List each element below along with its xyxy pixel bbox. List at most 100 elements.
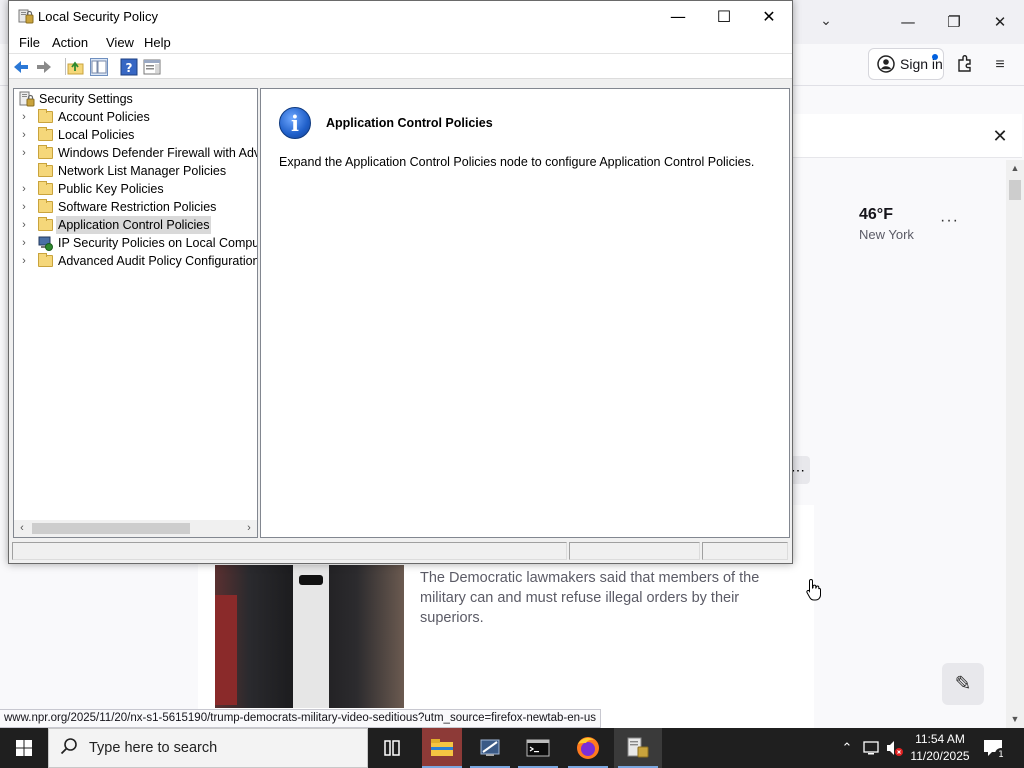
scrollbar-thumb[interactable]: [1009, 180, 1021, 200]
tree-label: Advanced Audit Policy Configuration: [58, 254, 258, 268]
forward-arrow-icon[interactable]: [35, 58, 53, 76]
tree-item-account-policies[interactable]: › Account Policies: [14, 108, 254, 126]
minimize-button[interactable]: —: [655, 1, 701, 32]
expand-chevron-icon[interactable]: ›: [19, 108, 29, 126]
help-icon[interactable]: ?: [120, 58, 138, 76]
weather-more-icon[interactable]: ···: [940, 212, 959, 230]
action-center-button[interactable]: 1: [980, 728, 1008, 768]
tree-item-application-control[interactable]: › Application Control Policies: [14, 216, 254, 234]
expand-chevron-icon[interactable]: ›: [19, 180, 29, 198]
folder-icon: [38, 181, 53, 195]
folder-icon: [38, 199, 53, 213]
tree-item-ip-security[interactable]: › IP Security Policies on Local Compute: [14, 234, 257, 252]
expand-chevron-icon[interactable]: ›: [19, 234, 29, 252]
article-excerpt[interactable]: The Democratic lawmakers said that membe…: [420, 568, 800, 628]
expand-chevron-icon[interactable]: ›: [19, 144, 29, 162]
taskbar-search-box[interactable]: Type here to search: [48, 728, 368, 768]
tree-item-advanced-audit[interactable]: › Advanced Audit Policy Configuration: [14, 252, 258, 270]
start-button[interactable]: [0, 728, 48, 768]
local-security-policy-taskbar-button[interactable]: [614, 728, 662, 768]
details-pane: i Application Control Policies Expand th…: [260, 88, 790, 538]
article-image[interactable]: [215, 565, 404, 708]
scroll-left-arrow-icon[interactable]: ‹: [16, 522, 28, 534]
expand-chevron-icon[interactable]: ›: [19, 252, 29, 270]
link-status-url: www.npr.org/2025/11/20/nx-s1-5615190/tru…: [0, 709, 602, 728]
menu-action[interactable]: Action: [52, 35, 88, 50]
tree-item-local-policies[interactable]: › Local Policies: [14, 126, 254, 144]
folder-lock-icon: [38, 127, 53, 141]
task-view-icon: [384, 740, 400, 756]
weather-city[interactable]: New York: [859, 227, 914, 242]
hand-cursor-icon: [806, 578, 821, 601]
security-policy-app-icon: [18, 9, 34, 24]
notification-count: 1: [998, 750, 1004, 760]
show-hide-action-pane-icon[interactable]: [143, 58, 161, 76]
window-status-bar: [9, 539, 792, 563]
task-view-button[interactable]: [368, 728, 416, 768]
tree-item-network-list-manager[interactable]: Network List Manager Policies: [14, 162, 254, 180]
scrollbar-thumb[interactable]: [32, 523, 190, 534]
tree-label: Application Control Policies: [56, 216, 212, 234]
show-hidden-icons-chevron-icon[interactable]: ⌃: [838, 728, 856, 768]
sign-in-button[interactable]: Sign in: [868, 48, 944, 80]
network-icon[interactable]: [860, 728, 882, 768]
tree-label: Windows Defender Firewall with Adva: [58, 146, 258, 160]
maximize-button[interactable]: ☐: [701, 1, 747, 32]
menu-help[interactable]: Help: [144, 35, 171, 50]
status-segment: [12, 542, 567, 560]
tree-horizontal-scrollbar[interactable]: ‹ ›: [14, 520, 257, 537]
tree-item-windows-defender-firewall[interactable]: › Windows Defender Firewall with Adva: [14, 144, 258, 162]
console-tree[interactable]: Security Settings › Account Policies › L…: [13, 88, 258, 538]
tree-label: Software Restriction Policies: [58, 200, 217, 214]
local-security-policy-window: Local Security Policy — ☐ ✕ File Action …: [8, 0, 793, 564]
up-one-level-icon[interactable]: [67, 58, 85, 76]
folder-icon: [38, 145, 53, 159]
close-button[interactable]: ✕: [746, 1, 792, 32]
app-menu-icon[interactable]: ≡: [989, 54, 1011, 76]
list-all-tabs-chevron-icon[interactable]: ⌄: [818, 12, 834, 28]
tree-item-public-key-policies[interactable]: › Public Key Policies: [14, 180, 254, 198]
scroll-right-arrow-icon[interactable]: ›: [243, 522, 255, 534]
scroll-up-arrow-icon[interactable]: ▲: [1009, 162, 1021, 174]
weather-temperature[interactable]: 46°F: [859, 206, 893, 224]
expand-chevron-icon[interactable]: ›: [19, 126, 29, 144]
window-title: Local Security Policy: [38, 9, 158, 24]
browser-close-button[interactable]: ✕: [985, 10, 1015, 34]
tree-item-security-settings[interactable]: Security Settings: [14, 90, 254, 108]
tree-item-software-restriction[interactable]: › Software Restriction Policies: [14, 198, 254, 216]
menu-view[interactable]: View: [106, 35, 134, 50]
menu-file[interactable]: File: [19, 35, 40, 50]
firefox-icon: [577, 737, 599, 759]
back-arrow-icon[interactable]: [12, 58, 30, 76]
network-app-button[interactable]: [466, 728, 514, 768]
expand-chevron-icon[interactable]: ›: [19, 198, 29, 216]
window-titlebar[interactable]: Local Security Policy — ☐ ✕: [9, 1, 792, 32]
network-tool-icon: [480, 739, 500, 756]
folder-icon: [38, 217, 53, 231]
system-clock[interactable]: 11:54 AM 11/20/2025: [905, 731, 975, 765]
browser-minimize-button[interactable]: —: [893, 10, 923, 34]
page-scrollbar[interactable]: ▲ ▼: [1006, 160, 1024, 728]
details-description: Expand the Application Control Policies …: [279, 155, 755, 169]
edit-pencil-icon[interactable]: ✎: [942, 663, 984, 705]
folder-icon: [38, 163, 53, 177]
expand-chevron-icon[interactable]: ›: [19, 216, 29, 234]
extensions-icon[interactable]: [954, 54, 976, 76]
firefox-taskbar-button[interactable]: [564, 728, 612, 768]
file-explorer-button[interactable]: [418, 728, 466, 768]
volume-muted-icon[interactable]: [884, 728, 906, 768]
show-hide-console-tree-icon[interactable]: [90, 58, 108, 76]
toolbar: ?: [9, 54, 792, 79]
svg-text:?: ?: [126, 61, 133, 75]
terminal-button[interactable]: [514, 728, 562, 768]
close-notification-icon[interactable]: ✕: [990, 126, 1010, 146]
tree-label: Public Key Policies: [58, 182, 164, 196]
browser-restore-button[interactable]: ❐: [939, 10, 969, 34]
security-settings-icon: [19, 91, 35, 107]
terminal-icon: [526, 739, 550, 757]
status-segment: [569, 542, 700, 560]
status-segment: [702, 542, 788, 560]
info-icon: i: [279, 107, 311, 139]
notification-center-icon: 1: [984, 740, 1007, 760]
scroll-down-arrow-icon[interactable]: ▼: [1009, 713, 1021, 725]
